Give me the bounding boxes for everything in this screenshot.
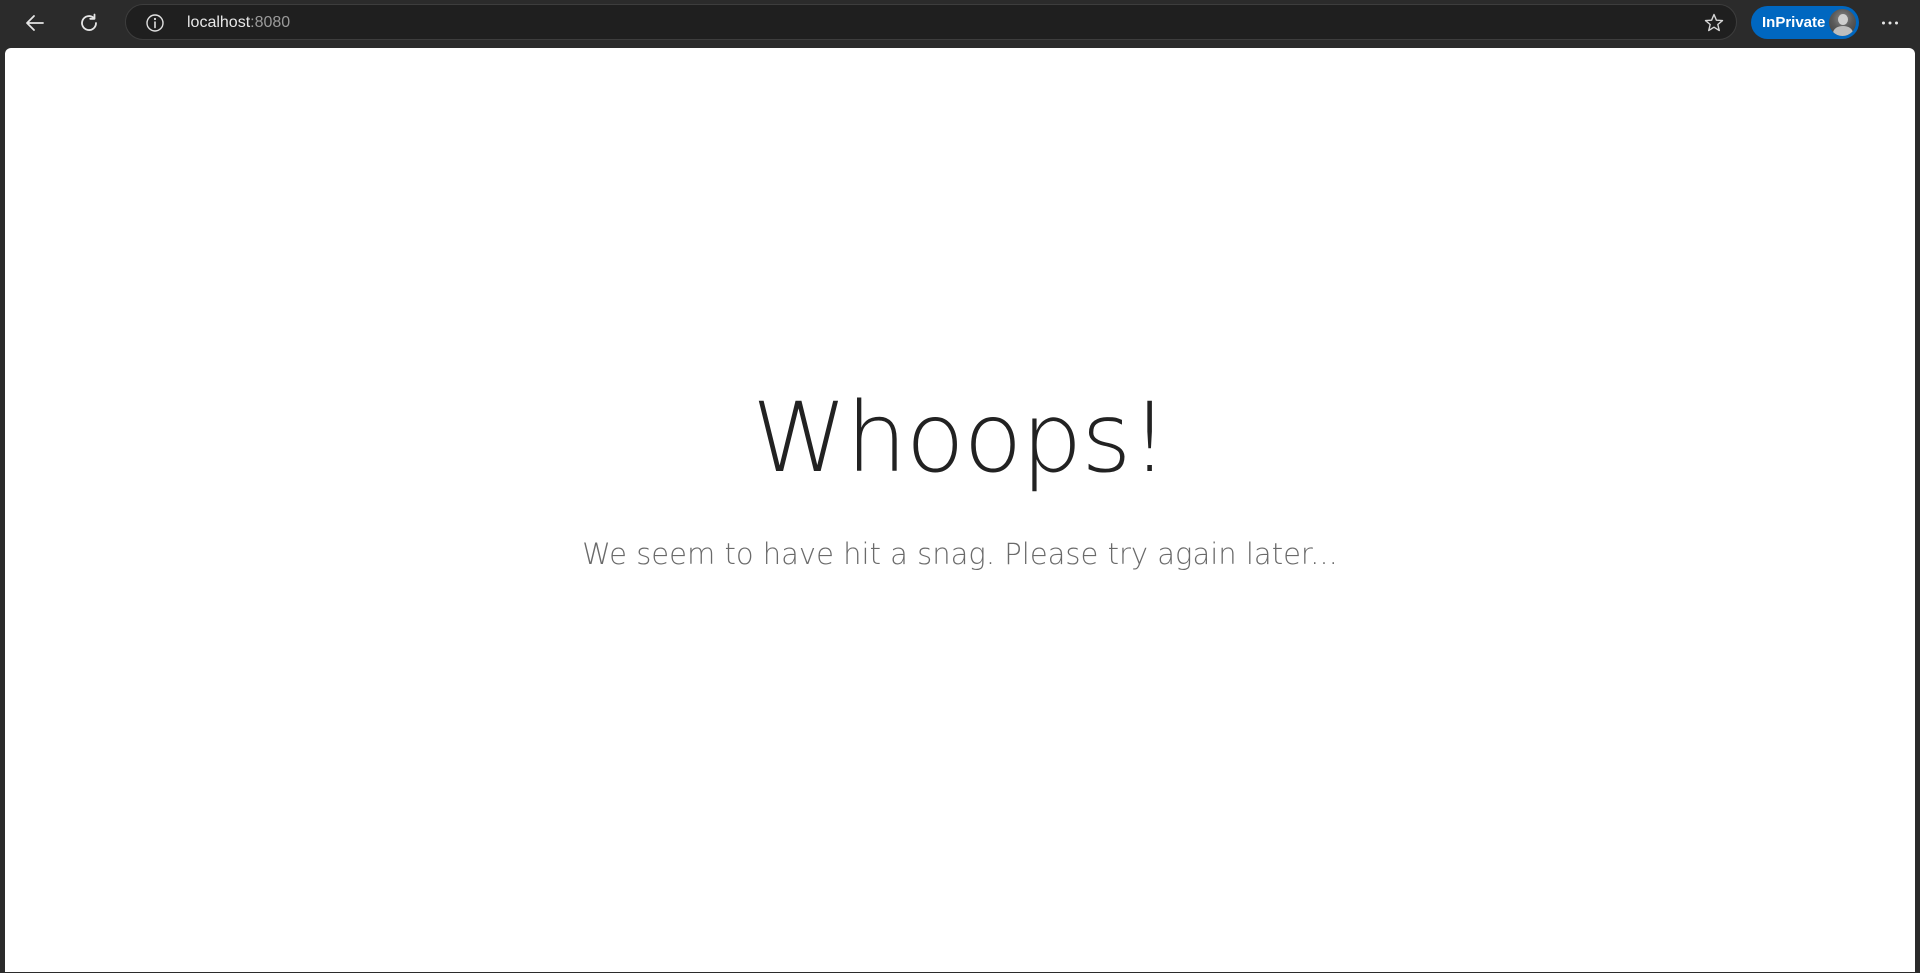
more-horizontal-icon: [1879, 12, 1901, 34]
refresh-icon: [78, 12, 100, 34]
browser-toolbar: localhost:8080 InPrivate: [0, 0, 1920, 46]
back-button[interactable]: [17, 7, 53, 39]
page-content: Whoops! We seem to have hit a snag. Plea…: [5, 48, 1915, 972]
refresh-button[interactable]: [71, 7, 107, 39]
url-host: localhost: [187, 14, 251, 31]
profile-avatar: [1829, 9, 1856, 36]
url-text[interactable]: localhost:8080: [187, 14, 290, 32]
error-heading: Whoops!: [752, 382, 1169, 494]
url-port: :8080: [250, 14, 291, 31]
error-message: We seem to have hit a snag. Please try a…: [582, 537, 1338, 571]
inprivate-button[interactable]: InPrivate: [1751, 6, 1859, 39]
more-options-button[interactable]: [1872, 7, 1908, 39]
address-bar[interactable]: localhost:8080: [125, 4, 1737, 40]
star-icon[interactable]: [1702, 11, 1726, 35]
inprivate-label: InPrivate: [1762, 14, 1826, 31]
back-arrow-icon: [24, 12, 46, 34]
info-icon[interactable]: [144, 12, 166, 34]
